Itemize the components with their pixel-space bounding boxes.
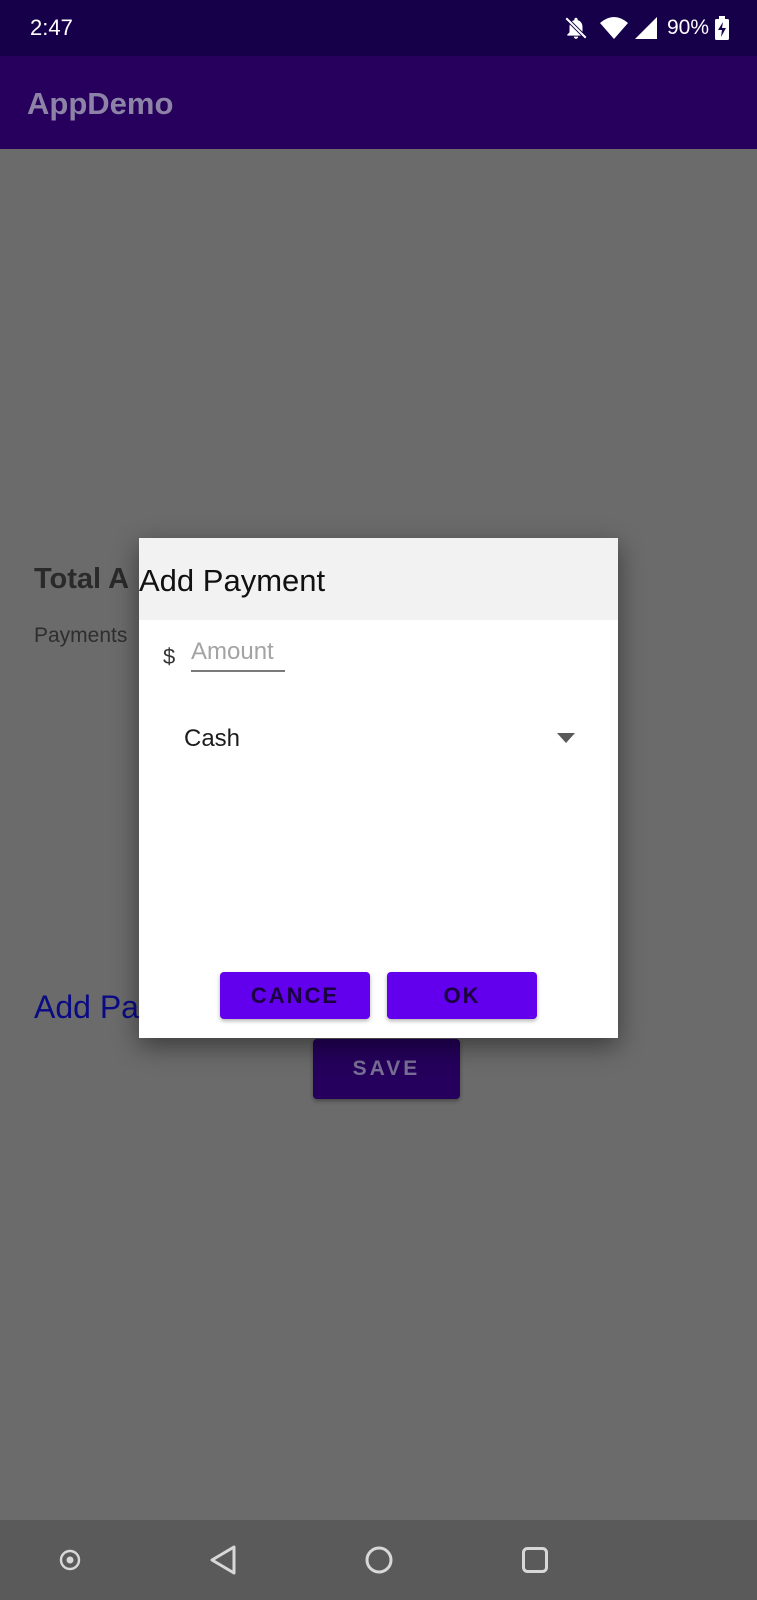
battery-charging-icon: [715, 16, 729, 40]
notifications-off-icon: [563, 15, 589, 41]
app-bar: AppDemo: [0, 56, 757, 149]
dropdown-arrow-icon: [557, 730, 575, 748]
navigation-bar: [0, 1520, 757, 1600]
app-title: AppDemo: [27, 86, 174, 121]
payment-method-value: Cash: [184, 725, 241, 752]
dialog-header: Add Payment: [139, 538, 618, 620]
save-button[interactable]: SAVE: [313, 1039, 460, 1099]
total-amount-label: Total A: [34, 563, 130, 595]
back-icon[interactable]: [208, 1544, 238, 1581]
amount-input[interactable]: [191, 634, 285, 672]
status-icons: 90%: [563, 13, 729, 43]
cell-signal-icon: [633, 15, 659, 41]
payment-method-select[interactable]: Cash: [163, 714, 593, 764]
wifi-icon: [599, 15, 629, 41]
currency-symbol: $: [163, 644, 176, 669]
add-payment-link[interactable]: Add Pa: [34, 989, 139, 1026]
status-time: 2:47: [30, 15, 73, 40]
status-bar: 2:47 90%: [0, 0, 757, 56]
recents-icon[interactable]: [521, 1546, 549, 1579]
add-payment-dialog: Add Payment $ Cash CANCE OK: [139, 538, 618, 1038]
dialog-title: Add Payment: [139, 563, 326, 598]
cancel-button[interactable]: CANCE: [220, 972, 370, 1019]
payments-label: Payments: [34, 624, 128, 647]
battery-percentage: 90%: [666, 16, 709, 39]
ok-button[interactable]: OK: [387, 972, 537, 1019]
home-icon[interactable]: [363, 1544, 395, 1581]
accessibility-dot-icon[interactable]: [58, 1548, 82, 1577]
